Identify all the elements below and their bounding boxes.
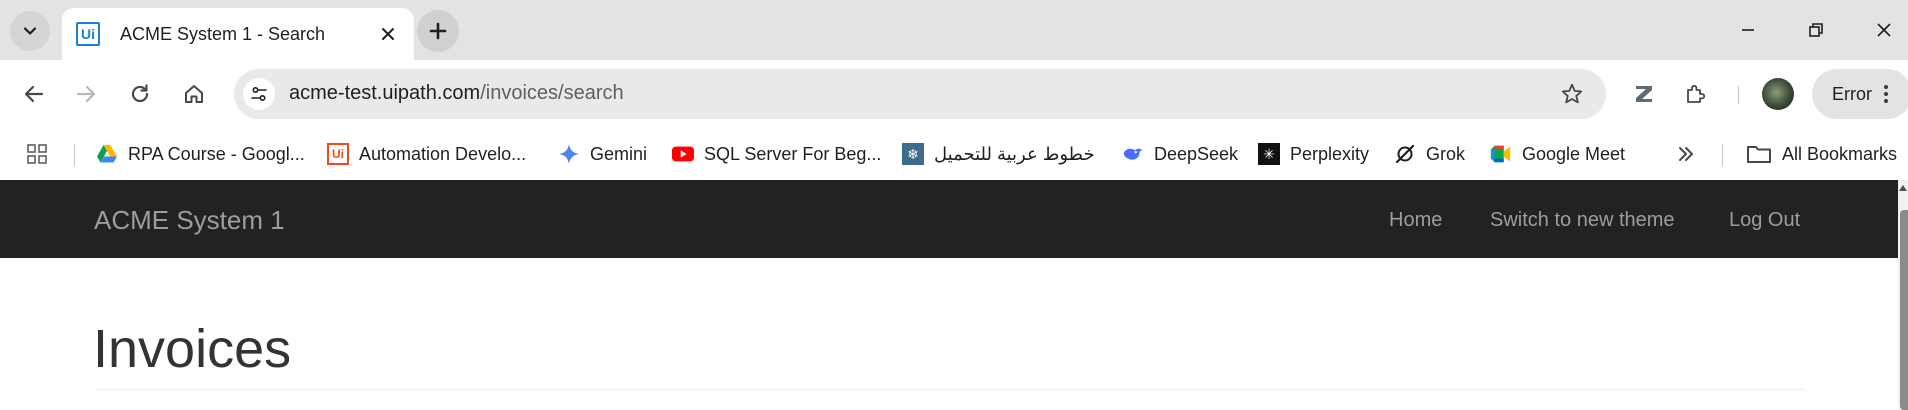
window-close-button[interactable] [1862,10,1906,50]
google-meet-icon [1490,143,1512,165]
restore-button[interactable] [1794,10,1838,50]
bookmark-label: Gemini [590,143,648,164]
bookmarks-bar: RPA Course - Googl... Ui Automation Deve… [0,128,1908,180]
avatar[interactable] [1762,78,1794,110]
url-host: acme-test.uipath.com [289,82,481,104]
browser-toolbar: acme-test.uipath.com/invoices/search [0,60,1908,128]
close-icon [382,28,394,40]
page-title: Invoices [93,319,292,379]
tab-close-button[interactable] [376,22,400,46]
reload-icon [131,84,149,103]
star-icon [1561,83,1583,104]
more-vert-icon [1884,85,1888,103]
bookmark-label: خطوط عربية للتحميل [934,143,1095,164]
home-button[interactable] [174,74,214,114]
site-info-button[interactable] [243,78,275,110]
address-bar[interactable]: acme-test.uipath.com/invoices/search [234,69,1606,119]
bookmark-sql-server[interactable]: SQL Server For Beg... [672,140,881,168]
zotero-icon [1636,86,1652,102]
close-icon [1877,23,1891,37]
scrollbar-thumb[interactable] [1900,210,1908,410]
apps-button[interactable] [26,140,48,168]
chevron-down-icon [23,27,37,35]
nav-logout-link[interactable]: Log Out [1729,209,1800,232]
reload-button[interactable] [120,74,160,114]
bookmark-label: Automation Develo... [359,143,527,164]
back-button[interactable] [14,74,54,114]
toolbar-divider [1738,86,1739,104]
bookmark-deepseek[interactable]: DeepSeek [1122,140,1238,168]
url-text[interactable]: acme-test.uipath.com/invoices/search [289,82,624,105]
bookmark-gemini[interactable]: Gemini [558,140,647,168]
double-chevron-right-icon [1679,147,1693,161]
apps-grid-icon [27,144,47,164]
bookmark-label: DeepSeek [1154,143,1239,164]
bookmark-label: Google Meet [1522,143,1626,164]
tune-icon [251,86,267,102]
tab-search-button[interactable] [10,11,50,51]
uipath-icon: Ui [327,143,349,165]
bookmarks-overflow-button[interactable] [1676,140,1696,168]
profile-error-button[interactable]: Error [1812,69,1908,119]
bookmark-arabic-fonts[interactable]: ❄ خطوط عربية للتحميل [902,140,1095,168]
bookmark-google-meet[interactable]: Google Meet [1490,140,1625,168]
grok-icon [1394,143,1416,165]
all-bookmarks-label: All Bookmarks [1782,143,1898,164]
tab-title: ACME System 1 - Search [120,23,326,44]
app-navbar: ACME System 1 Home Switch to new theme L… [0,180,1898,258]
bookmarks-divider [1722,144,1723,166]
app-brand[interactable]: ACME System 1 [94,205,285,236]
arrow-right-icon [76,85,96,103]
bookmark-rpa-course[interactable]: RPA Course - Googl... [96,140,305,168]
title-divider [94,389,1804,390]
bookmark-label: RPA Course - Googl... [128,143,305,164]
bookmark-label: Grok [1426,143,1466,164]
perplexity-icon: ✳ [1258,143,1280,165]
uipath-favicon-icon: Ui [76,22,100,46]
profile-error-label: Error [1832,83,1872,104]
deepseek-icon [1122,143,1144,165]
folder-icon [1746,143,1772,165]
page-content: Invoices [0,258,1898,410]
arrow-left-icon [24,85,44,103]
nav-home-link[interactable]: Home [1389,209,1442,232]
zotero-extension-button[interactable] [1624,74,1664,114]
bookmarks-divider [74,144,75,166]
scroll-up-arrow-icon[interactable] [1898,182,1908,194]
forward-button[interactable] [66,74,106,114]
tab-strip: Ui ACME System 1 - Search [0,0,1908,60]
extensions-button[interactable] [1676,74,1716,114]
plus-icon [429,22,447,40]
new-tab-button[interactable] [417,10,459,52]
bookmark-perplexity[interactable]: ✳ Perplexity [1258,140,1369,168]
puzzle-icon [1687,84,1706,103]
bookmark-automation-developer[interactable]: Ui Automation Develo... [327,140,526,168]
restore-icon [1809,23,1823,37]
snowflake-icon: ❄ [902,143,924,165]
all-bookmarks-button[interactable]: All Bookmarks [1746,140,1897,168]
bookmark-label: Perplexity [1290,143,1370,164]
minimize-icon [1742,29,1754,31]
url-path: /invoices/search [480,82,624,104]
active-tab[interactable]: Ui ACME System 1 - Search [62,8,414,60]
home-icon [185,85,203,103]
bookmark-label: SQL Server For Beg... [704,143,882,164]
bookmark-grok[interactable]: Grok [1394,140,1465,168]
youtube-icon [672,143,694,165]
minimize-button[interactable] [1726,10,1770,50]
google-drive-icon [96,143,118,165]
nav-switch-theme-link[interactable]: Switch to new theme [1490,209,1675,232]
bookmark-star-button[interactable] [1558,80,1586,108]
gemini-icon [558,143,580,165]
